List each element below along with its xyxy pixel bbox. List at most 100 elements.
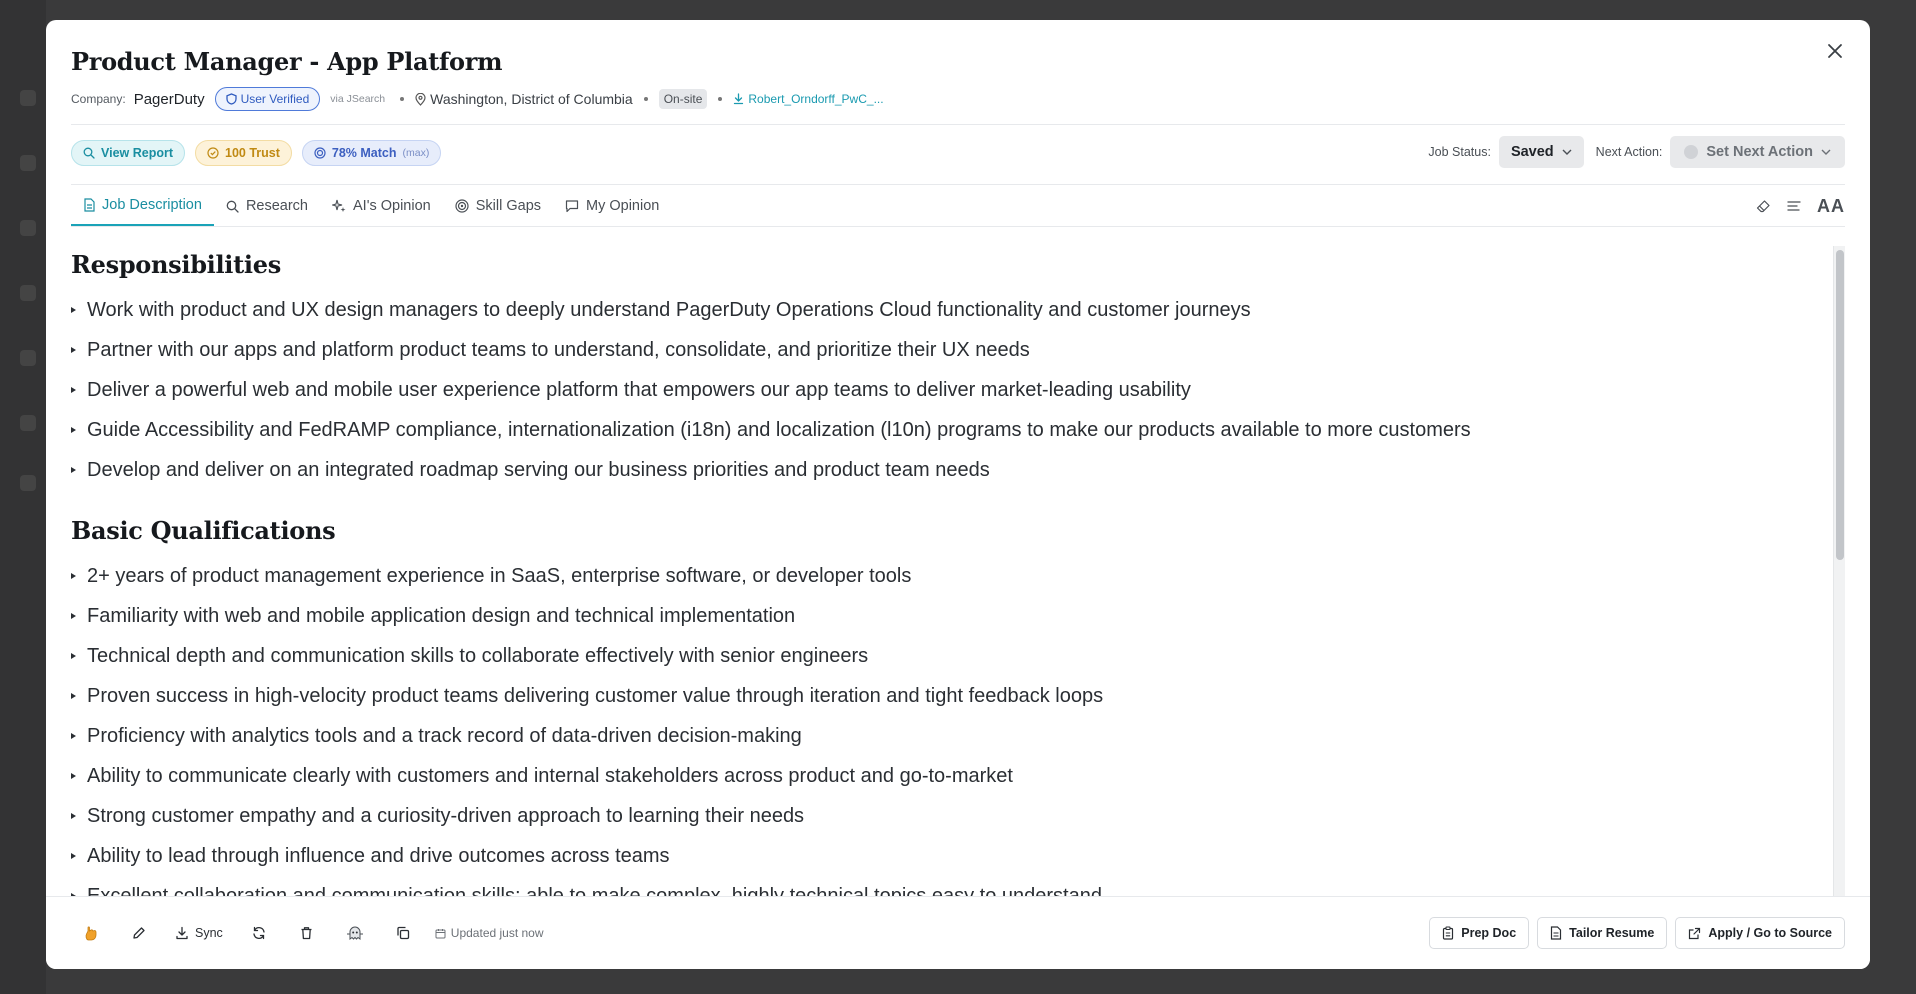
search-icon — [83, 147, 95, 159]
list-item: Technical depth and communication skills… — [71, 636, 1833, 676]
view-report-button[interactable]: View Report — [71, 140, 186, 166]
trust-score-chip[interactable]: 100 Trust — [195, 140, 292, 166]
chevron-down-icon — [1821, 149, 1831, 155]
delete-button[interactable] — [287, 917, 327, 949]
background-nav-icon — [20, 155, 36, 171]
tab-label: My Opinion — [586, 198, 660, 214]
tab-label: Skill Gaps — [475, 198, 542, 214]
eraser-button[interactable] — [1756, 199, 1771, 213]
scrollbar-thumb[interactable] — [1836, 250, 1844, 560]
list-item: Deliver a powerful web and mobile user e… — [71, 370, 1833, 410]
job-detail-modal: Product Manager - App Platform Company: … — [46, 20, 1870, 969]
align-left-icon — [1787, 201, 1801, 211]
prep-doc-button[interactable]: Prep Doc — [1429, 917, 1530, 949]
close-button[interactable] — [1820, 36, 1850, 66]
header-divider — [71, 124, 1845, 125]
status-dot-icon — [1684, 145, 1699, 159]
resume-file-link[interactable]: Robert_Orndorff_PwC_... — [733, 92, 884, 106]
location-text: Washington, District of Columbia — [430, 91, 633, 107]
background-nav-icon — [20, 90, 36, 106]
job-status-select[interactable]: Saved — [1498, 136, 1584, 168]
pencil-icon — [133, 927, 145, 939]
font-size-button[interactable]: AA — [1817, 196, 1845, 217]
section-heading: Responsibilities — [71, 250, 281, 279]
ghost-button[interactable] — [335, 917, 375, 949]
sync-label: Sync — [195, 926, 223, 940]
resume-file-name: Robert_Orndorff_PwC_... — [748, 92, 884, 106]
tab-ais-opinion[interactable]: AI's Opinion — [320, 186, 443, 226]
user-verified-badge[interactable]: User Verified — [214, 87, 321, 111]
chevron-down-icon — [1562, 149, 1572, 155]
prep-doc-label: Prep Doc — [1461, 926, 1517, 940]
tab-label: Job Description — [102, 197, 202, 213]
company-label: Company: — [71, 92, 126, 106]
list-item: Proficiency with analytics tools and a t… — [71, 716, 1833, 756]
duplicate-button[interactable] — [383, 917, 423, 949]
job-description-content: Responsibilities Work with product and U… — [71, 246, 1833, 916]
target-icon — [455, 199, 469, 213]
view-report-label: View Report — [101, 146, 174, 160]
responsibilities-list: Work with product and UX design managers… — [71, 290, 1833, 490]
download-icon — [176, 926, 188, 940]
list-item: Proven success in high-velocity product … — [71, 676, 1833, 716]
company-name[interactable]: PagerDuty — [134, 91, 205, 108]
tab-my-opinion[interactable]: My Opinion — [553, 186, 671, 226]
hand-icon — [85, 926, 97, 941]
updated-status: Updated just now — [435, 926, 544, 940]
qualifications-list: 2+ years of product management experienc… — [71, 556, 1833, 916]
content-scrollbar[interactable] — [1833, 246, 1845, 916]
background-nav-icon — [20, 220, 36, 236]
tab-research[interactable]: Research — [214, 186, 320, 226]
refresh-icon — [253, 926, 265, 940]
copy-icon — [397, 926, 409, 940]
modal-footer: Sync Updated just now Prep Doc Tailor Re… — [46, 896, 1870, 969]
work-mode-badge: On-site — [658, 89, 708, 109]
location: Washington, District of Columbia — [415, 91, 633, 107]
tailor-resume-button[interactable]: Tailor Resume — [1537, 917, 1668, 949]
tab-label: AI's Opinion — [353, 198, 431, 214]
job-title: Product Manager - App Platform — [71, 47, 503, 76]
apply-button[interactable]: Apply / Go to Source — [1675, 917, 1845, 949]
refresh-button[interactable] — [239, 917, 279, 949]
text-align-button[interactable] — [1787, 200, 1801, 212]
footer-actions-right: Prep Doc Tailor Resume Apply / Go to Sou… — [1429, 917, 1845, 949]
separator-dot — [400, 97, 405, 101]
background-nav-icon — [20, 350, 36, 366]
sync-button[interactable]: Sync — [167, 917, 231, 949]
document-icon — [84, 198, 95, 212]
eraser-icon — [1756, 200, 1770, 213]
edit-button[interactable] — [119, 917, 159, 949]
external-link-icon — [1689, 927, 1701, 939]
background-nav-icon — [20, 415, 36, 431]
clipboard-icon — [1443, 926, 1454, 940]
download-icon — [734, 93, 744, 105]
separator-dot — [718, 97, 723, 101]
match-score-sub: (max) — [402, 147, 430, 159]
match-score-chip[interactable]: 78% Match (max) — [301, 140, 442, 166]
target-icon — [314, 147, 326, 159]
thumbs-up-button[interactable] — [71, 917, 111, 949]
tab-label: Research — [245, 198, 308, 214]
apply-label: Apply / Go to Source — [1708, 926, 1832, 940]
user-verified-label: User Verified — [240, 92, 310, 106]
map-pin-icon — [415, 92, 426, 106]
trust-score-label: 100 Trust — [225, 146, 280, 160]
chips-divider — [71, 184, 1845, 185]
tab-job-description[interactable]: Job Description — [71, 186, 214, 226]
list-item: 2+ years of product management experienc… — [71, 556, 1833, 596]
list-item: Work with product and UX design managers… — [71, 290, 1833, 330]
job-meta-row: Company: PagerDuty User Verified via JSe… — [71, 84, 884, 114]
list-item: Partner with our apps and platform produ… — [71, 330, 1833, 370]
background-sidebar — [0, 0, 46, 994]
next-action-select[interactable]: Set Next Action — [1670, 136, 1845, 168]
tab-skill-gaps[interactable]: Skill Gaps — [443, 186, 553, 226]
job-status-label: Job Status: — [1428, 145, 1491, 159]
calendar-icon — [435, 928, 446, 938]
shield-icon — [225, 93, 237, 105]
trash-icon — [301, 927, 312, 940]
list-item: Strong customer empathy and a curiosity-… — [71, 796, 1833, 836]
chat-icon — [565, 200, 579, 213]
next-action-value: Set Next Action — [1706, 144, 1813, 160]
list-item: Guide Accessibility and FedRAMP complian… — [71, 410, 1833, 450]
close-icon — [1828, 44, 1842, 58]
